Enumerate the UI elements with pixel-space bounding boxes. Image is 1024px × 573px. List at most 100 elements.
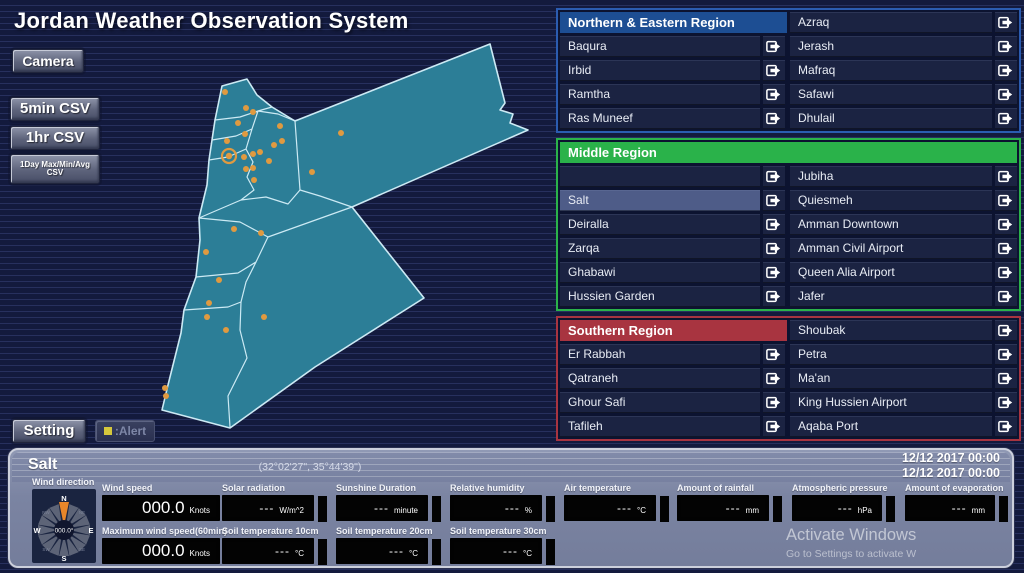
svg-text:W: W bbox=[33, 526, 41, 535]
soil-temp-20cm-display: ---°C bbox=[336, 538, 428, 564]
open-station-button[interactable] bbox=[995, 262, 1017, 283]
station-item-quiesmeh[interactable]: Quiesmeh bbox=[790, 190, 992, 211]
open-station-button[interactable] bbox=[995, 108, 1017, 129]
open-station-button[interactable] bbox=[763, 108, 785, 129]
field-soil-temperature-30cm: Soil temperature 30cm ---°C bbox=[450, 526, 542, 564]
open-station-button[interactable] bbox=[995, 286, 1017, 307]
open-station-button[interactable] bbox=[995, 238, 1017, 259]
station-item-jubiha[interactable]: Jubiha bbox=[790, 166, 992, 187]
csv-1hr-button[interactable]: 1hr CSV bbox=[10, 126, 100, 150]
open-station-button[interactable] bbox=[763, 190, 785, 211]
station-item-irbid[interactable]: Irbid bbox=[560, 60, 760, 81]
air-temperature-display: ---°C bbox=[564, 495, 656, 521]
open-station-button[interactable] bbox=[763, 286, 785, 307]
station-item-petra[interactable]: Petra bbox=[790, 344, 992, 365]
open-station-button[interactable] bbox=[995, 84, 1017, 105]
station-item-maan[interactable]: Ma'an bbox=[790, 368, 992, 389]
alert-indicator bbox=[546, 539, 555, 565]
field-relative-humidity: Relative humidity ---% bbox=[450, 483, 542, 521]
wind-speed-display: 000.0Knots bbox=[102, 495, 220, 521]
wind-direction-value: 000.0° bbox=[55, 527, 74, 535]
open-station-button[interactable] bbox=[995, 368, 1017, 389]
alert-color-swatch-icon bbox=[104, 427, 112, 435]
station-item-qatraneh[interactable]: Qatraneh bbox=[560, 368, 760, 389]
station-item-amman-downtown[interactable]: Amman Downtown bbox=[790, 214, 992, 235]
open-station-button[interactable] bbox=[763, 84, 785, 105]
station-item-ramtha[interactable]: Ramtha bbox=[560, 84, 760, 105]
open-station-button[interactable] bbox=[763, 214, 785, 235]
evaporation-display: ---mm bbox=[905, 495, 995, 521]
timestamp-2: 12/12 2017 00:00 bbox=[902, 466, 1000, 481]
open-station-button[interactable] bbox=[995, 190, 1017, 211]
alert-indicator bbox=[999, 496, 1008, 522]
open-station-button[interactable] bbox=[763, 392, 785, 413]
open-station-button[interactable] bbox=[995, 166, 1017, 187]
open-station-button[interactable] bbox=[995, 320, 1017, 341]
svg-text:E: E bbox=[88, 526, 93, 535]
station-item-ras-muneef[interactable]: Ras Muneef bbox=[560, 108, 760, 129]
solar-radiation-display: ---W/m^2 bbox=[222, 495, 314, 521]
station-item-blank[interactable] bbox=[560, 166, 760, 187]
open-station-button[interactable] bbox=[763, 238, 785, 259]
setting-button[interactable]: Setting bbox=[12, 419, 86, 443]
open-station-button[interactable] bbox=[995, 60, 1017, 81]
panel-southern-region: Southern Region Er Rabbah Qatraneh Ghour… bbox=[556, 316, 1021, 441]
station-item-safawi[interactable]: Safawi bbox=[790, 84, 992, 105]
station-item-hussien-garden[interactable]: Hussien Garden bbox=[560, 286, 760, 307]
station-item-dhulail[interactable]: Dhulail bbox=[790, 108, 992, 129]
field-soil-temperature-10cm: Soil temperature 10cm ---°C bbox=[222, 526, 314, 564]
open-station-button[interactable] bbox=[763, 166, 785, 187]
field-atmospheric-pressure: Atmospheric pressure ---hPa bbox=[792, 483, 882, 521]
station-item-jerash[interactable]: Jerash bbox=[790, 36, 992, 57]
alert-indicator bbox=[660, 496, 669, 522]
alert-indicator bbox=[773, 496, 782, 522]
station-item-jafer[interactable]: Jafer bbox=[790, 286, 992, 307]
rainfall-display: ---mm bbox=[677, 495, 769, 521]
station-item-mafraq[interactable]: Mafraq bbox=[790, 60, 992, 81]
open-station-button[interactable] bbox=[763, 368, 785, 389]
open-station-button[interactable] bbox=[995, 214, 1017, 235]
max-wind-speed-display: 000.0Knots bbox=[102, 538, 220, 564]
field-sunshine-duration: Sunshine Duration ---minute bbox=[336, 483, 428, 521]
open-station-button[interactable] bbox=[763, 262, 785, 283]
csv-5min-button[interactable]: 5min CSV bbox=[10, 97, 100, 121]
station-item-er-rabbah[interactable]: Er Rabbah bbox=[560, 344, 760, 365]
station-item-king-hussien-airport[interactable]: King Hussien Airport bbox=[790, 392, 992, 413]
app-background: Jordan Weather Observation System Camera… bbox=[0, 0, 1024, 573]
station-item-ghabawi[interactable]: Ghabawi bbox=[560, 262, 760, 283]
alert-indicator bbox=[318, 496, 327, 522]
selected-station-name: Salt bbox=[28, 456, 57, 474]
open-station-button[interactable] bbox=[763, 36, 785, 57]
open-station-button[interactable] bbox=[763, 416, 785, 437]
station-item-ghour-safi[interactable]: Ghour Safi bbox=[560, 392, 760, 413]
observation-timestamps: 12/12 2017 00:00 12/12 2017 00:00 bbox=[902, 451, 1000, 481]
open-station-button[interactable] bbox=[995, 392, 1017, 413]
region-header-northern: Northern & Eastern Region bbox=[560, 12, 787, 33]
alert-indicator bbox=[318, 539, 327, 565]
field-maximum-wind-speed: Maximum wind speed(60min) 000.0Knots bbox=[102, 526, 220, 564]
station-item-queen-alia-airport[interactable]: Queen Alia Airport bbox=[790, 262, 992, 283]
station-item-amman-civil-airport[interactable]: Amman Civil Airport bbox=[790, 238, 992, 259]
station-item-zarqa[interactable]: Zarqa bbox=[560, 238, 760, 259]
station-item-baqura[interactable]: Baqura bbox=[560, 36, 760, 57]
station-item-azraq[interactable]: Azraq bbox=[790, 12, 992, 33]
open-station-button[interactable] bbox=[995, 36, 1017, 57]
pressure-display: ---hPa bbox=[792, 495, 882, 521]
station-item-shoubak[interactable]: Shoubak bbox=[790, 320, 992, 341]
svg-text:S: S bbox=[61, 554, 66, 563]
open-station-button[interactable] bbox=[995, 416, 1017, 437]
open-station-button[interactable] bbox=[995, 344, 1017, 365]
open-station-button[interactable] bbox=[763, 60, 785, 81]
alert-legend: :Alert bbox=[95, 420, 155, 442]
station-item-deiralla[interactable]: Deiralla bbox=[560, 214, 760, 235]
station-item-salt-selected[interactable]: Salt bbox=[560, 190, 760, 211]
csv-1day-button[interactable]: 1Day Max/Min/Avg CSV bbox=[10, 154, 100, 184]
open-station-button[interactable] bbox=[995, 12, 1017, 33]
station-item-tafileh[interactable]: Tafileh bbox=[560, 416, 760, 437]
svg-text:N: N bbox=[61, 494, 66, 503]
open-station-button[interactable] bbox=[763, 344, 785, 365]
station-item-aqaba-port[interactable]: Aqaba Port bbox=[790, 416, 992, 437]
region-header-middle: Middle Region bbox=[560, 142, 1017, 163]
alert-indicator bbox=[886, 496, 895, 522]
camera-button[interactable]: Camera bbox=[12, 49, 84, 73]
